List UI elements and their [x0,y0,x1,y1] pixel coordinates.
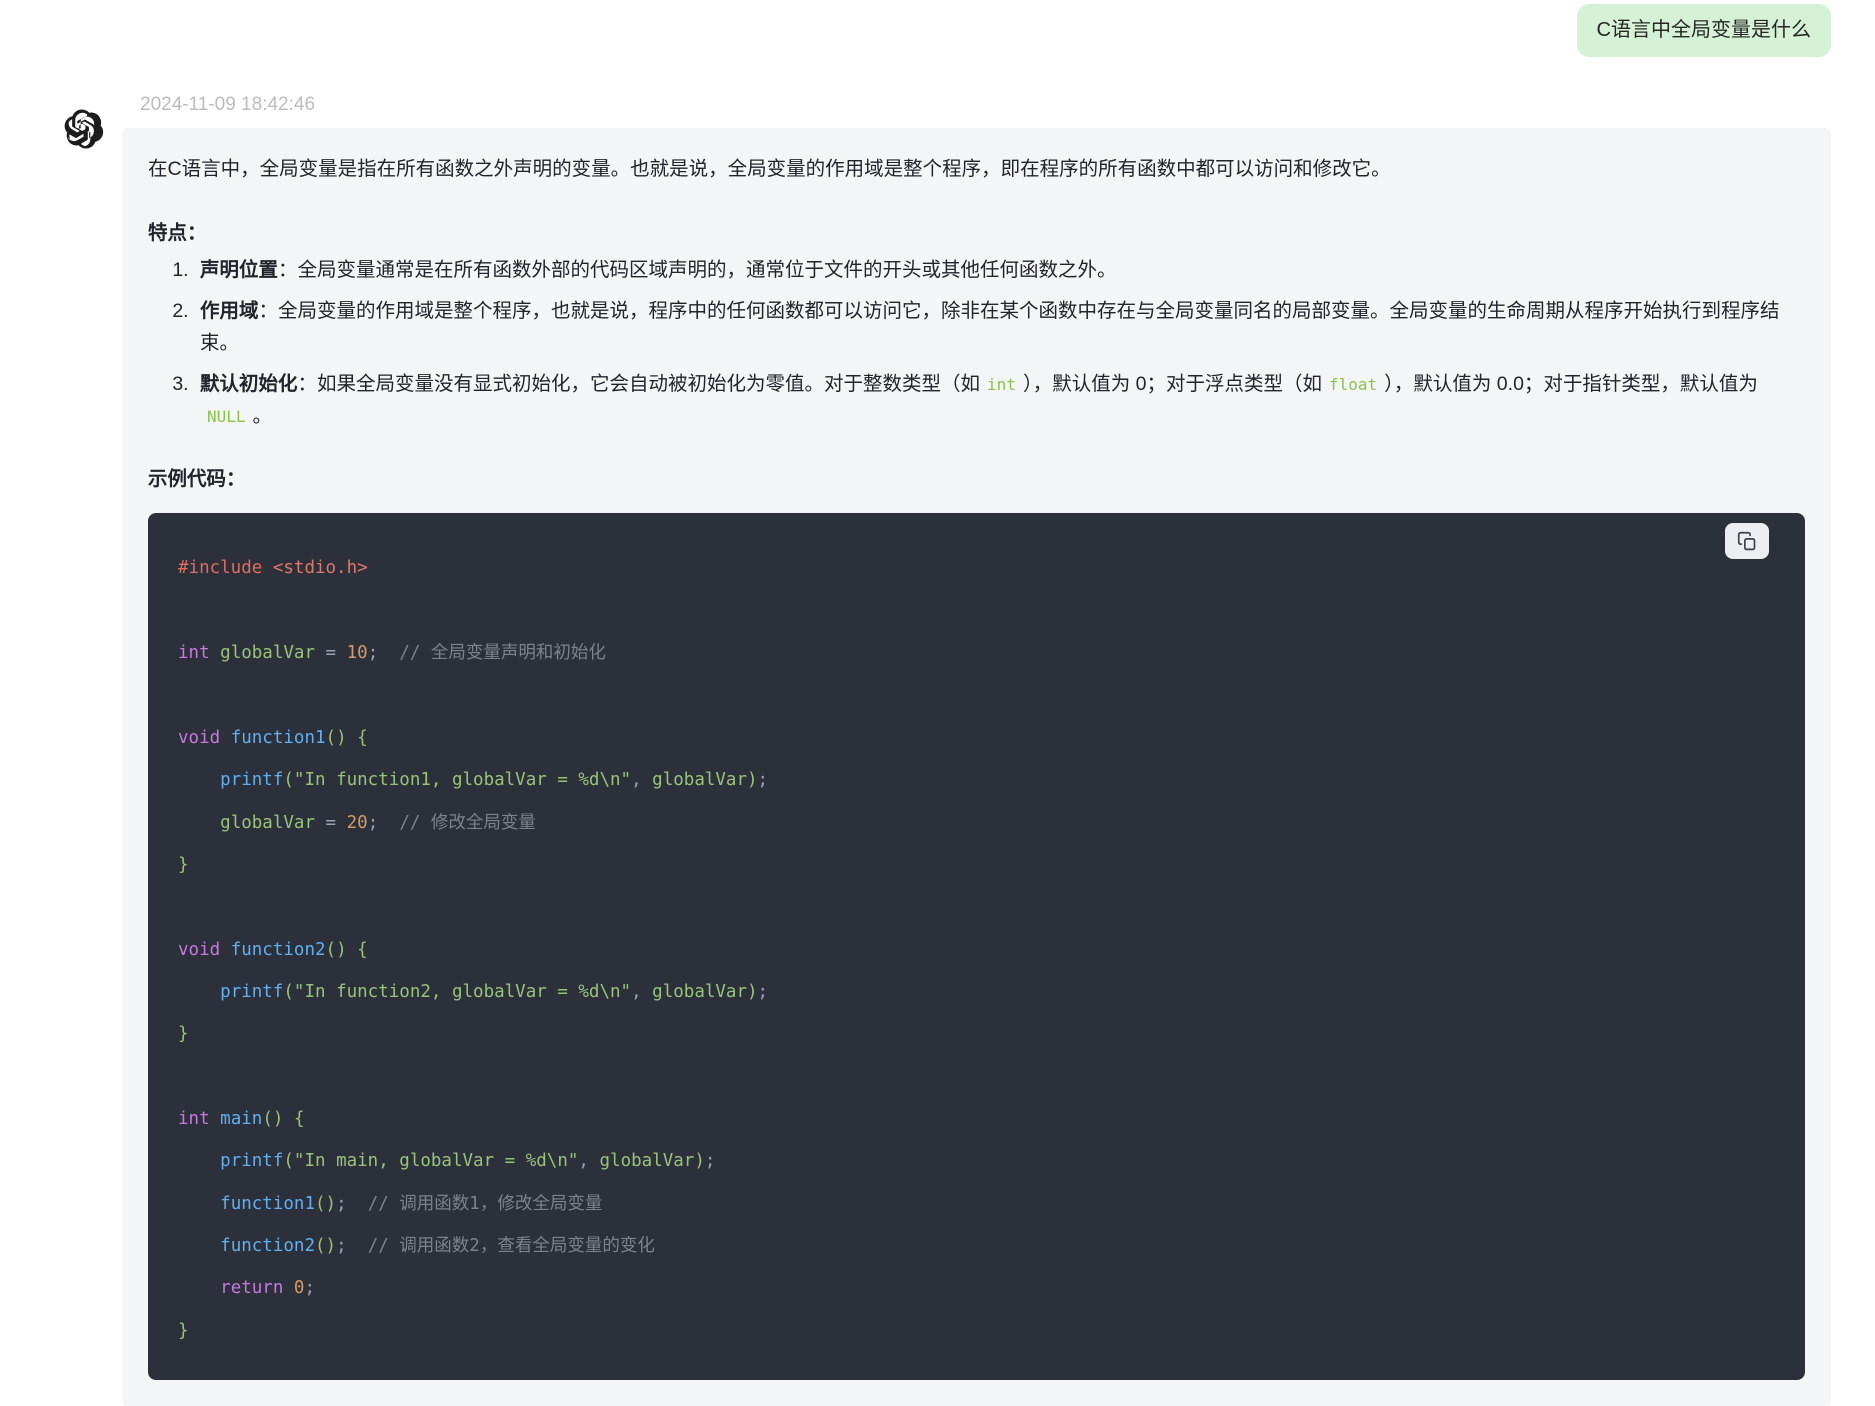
inline-code-int: int [987,375,1016,395]
list-item: 声明位置：全局变量通常是在所有函数外部的代码区域声明的，通常位于文件的开头或其他… [194,255,1805,287]
list-item-body: ），默认值为 0.0；对于指针类型，默认值为 [1384,373,1758,396]
assistant-message-bubble: 在C语言中，全局变量是指在所有函数之外声明的变量。也就是说，全局变量的作用域是整… [122,128,1831,1406]
list-item-separator: ： [297,373,318,396]
list-item-title: 默认初始化 [200,373,298,396]
openai-logo-icon [64,109,104,149]
intro-paragraph: 在C语言中，全局变量是指在所有函数之外声明的变量。也就是说，全局变量的作用域是整… [148,158,1391,180]
list-item: 默认初始化：如果全局变量没有显式初始化，它会自动被初始化为零值。对于整数类型（如… [194,369,1805,432]
list-item-body: 全局变量的作用域是整个程序，也就是说，程序中的任何函数都可以访问它，除非在某个函… [200,300,1780,354]
message-timestamp: 2024-11-09 18:42:46 [140,94,316,115]
inline-code-float: float [1328,375,1378,395]
list-item: 作用域：全局变量的作用域是整个程序，也就是说，程序中的任何函数都可以访问它，除非… [194,296,1805,359]
list-item-body: ），默认值为 0；对于浮点类型（如 [1022,373,1322,396]
features-list: 声明位置：全局变量通常是在所有函数外部的代码区域声明的，通常位于文件的开头或其他… [148,255,1805,433]
list-item-separator: ： [258,300,279,323]
features-heading: 特点： [148,221,207,244]
list-item-body: 如果全局变量没有显式初始化，它会自动被初始化为零值。对于整数类型（如 [317,373,981,396]
assistant-message-row: 2024-11-09 18:42:46 在C语言中，全局变量是指在所有函数之外声… [0,57,1875,1406]
inline-code-null: NULL [207,406,246,426]
copy-icon-button[interactable] [1725,523,1769,560]
code-content[interactable]: #include <stdio.h> int globalVar = 10; /… [148,547,1805,1352]
list-item-body: 。 [252,404,273,427]
list-item-title: 作用域 [200,300,259,323]
list-item-separator: ： [278,258,298,281]
user-message-row: C语言中全局变量是什么 [0,0,1875,57]
page-scrollbar[interactable] [1868,0,1875,1288]
copy-icon [1737,531,1755,551]
list-item-title: 声明位置 [200,258,279,281]
code-block: #include <stdio.h> int globalVar = 10; /… [148,513,1805,1380]
list-item-body: 全局变量通常是在所有函数外部的代码区域声明的，通常位于文件的开头或其他任何函数之… [297,258,1117,281]
example-code-heading: 示例代码： [148,468,246,491]
user-message-bubble[interactable]: C语言中全局变量是什么 [1576,4,1831,57]
